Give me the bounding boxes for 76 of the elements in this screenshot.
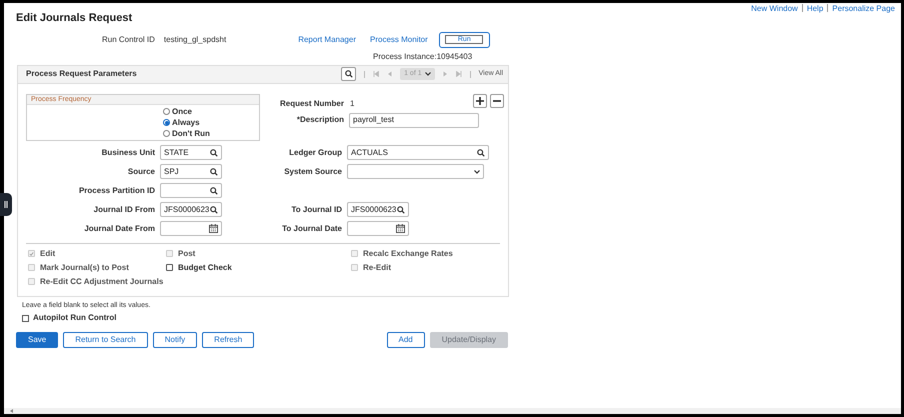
search-icon — [397, 206, 405, 214]
lookup-field[interactable]: ACTUALS — [347, 145, 489, 160]
search-icon — [210, 186, 218, 194]
search-icon — [344, 70, 353, 78]
field-label: Process Partition ID — [78, 184, 155, 196]
search-icon — [477, 148, 485, 156]
radio-button[interactable] — [163, 130, 170, 137]
lookup-field[interactable] — [160, 183, 222, 198]
radio-label: Always — [172, 118, 200, 128]
field-label: Ledger Group — [288, 146, 342, 158]
last-page-icon[interactable] — [456, 71, 462, 77]
search-icon — [210, 168, 218, 176]
lookup-field[interactable]: STATE — [160, 145, 222, 160]
checkbox-label: Re-Edit — [363, 262, 391, 274]
action-button[interactable]: Add — [386, 332, 425, 348]
header-link[interactable]: Personalize Page — [832, 3, 895, 15]
radio-label: Once — [172, 106, 192, 116]
action-button[interactable]: Notify — [152, 332, 198, 348]
caret-icon — [474, 170, 480, 174]
left-arrow-icon[interactable] — [10, 409, 13, 413]
caret-icon — [424, 72, 431, 76]
checkbox-label: Mark Journal(s) to Post — [40, 262, 129, 274]
process-instance: Process Instance:10945403 — [373, 50, 474, 62]
primary-button[interactable]: Save — [16, 332, 58, 348]
checkbox-label: Recalc Exchange Rates — [363, 248, 453, 260]
checkbox[interactable] — [22, 314, 29, 322]
grip-icon — [4, 201, 8, 208]
search-icon — [210, 148, 218, 156]
field-label: System Source — [283, 166, 342, 178]
calendar-icon — [209, 224, 218, 233]
plus-icon — [476, 96, 484, 104]
lookup-field[interactable]: JFS0000623 — [347, 202, 409, 217]
action-button[interactable]: Return to Search — [63, 332, 148, 348]
field-label: Request Number — [278, 98, 344, 110]
radio-label: Don't Run — [172, 128, 210, 138]
side-panel-handle[interactable] — [0, 193, 12, 216]
add-row-button[interactable] — [473, 94, 488, 108]
field-label: To Journal ID — [290, 204, 342, 216]
lookup-field[interactable]: JFS0000623 — [160, 202, 222, 217]
page-title: Edit Journals Request — [16, 11, 134, 26]
request-number: 1 — [350, 98, 354, 110]
checkbox-label: Re-Edit CC Adjustment Journals — [40, 276, 164, 288]
delete-row-button[interactable] — [490, 94, 504, 108]
field-label: Source — [126, 166, 155, 178]
checkbox-label: Budget Check — [178, 262, 232, 274]
field-label: Run Control ID — [102, 34, 155, 46]
first-page-icon[interactable] — [373, 71, 380, 77]
checkbox[interactable] — [166, 264, 173, 271]
checkbox-label: Edit — [40, 248, 56, 260]
action-button[interactable]: Refresh — [202, 332, 254, 348]
run-control-value: testing_gl_spdsht — [164, 34, 226, 46]
field-label: Journal Date From — [83, 222, 155, 234]
field-label: Journal ID From — [92, 204, 155, 216]
panel-title: Process Request Parameters — [26, 68, 137, 80]
radio-button[interactable] — [163, 119, 170, 126]
radio-button[interactable] — [163, 108, 170, 115]
header-link[interactable]: Help — [806, 3, 824, 15]
horizontal-scrollbar[interactable] — [4, 408, 901, 414]
previous-icon[interactable] — [387, 71, 392, 77]
calendar-icon — [396, 224, 405, 233]
date-field[interactable] — [347, 221, 409, 236]
search-button[interactable] — [341, 67, 356, 81]
next-icon[interactable] — [442, 71, 448, 77]
search-icon — [210, 206, 218, 214]
lookup-field[interactable]: SPJ — [160, 164, 222, 179]
field-label: Business Unit — [100, 146, 155, 158]
nav-link[interactable]: Process Monitor — [370, 34, 428, 46]
description-field[interactable]: payroll_test — [349, 112, 479, 128]
header-link[interactable]: New Window — [751, 3, 798, 15]
dropdown-field[interactable] — [347, 164, 484, 179]
checkbox-label: Autopilot Run Control — [33, 312, 117, 324]
field-label: *Description — [296, 114, 344, 126]
date-field[interactable] — [160, 221, 222, 236]
nav-link[interactable]: Report Manager — [298, 34, 356, 46]
checkbox-label: Post — [178, 248, 196, 260]
field-label: To Journal Date — [281, 222, 342, 234]
